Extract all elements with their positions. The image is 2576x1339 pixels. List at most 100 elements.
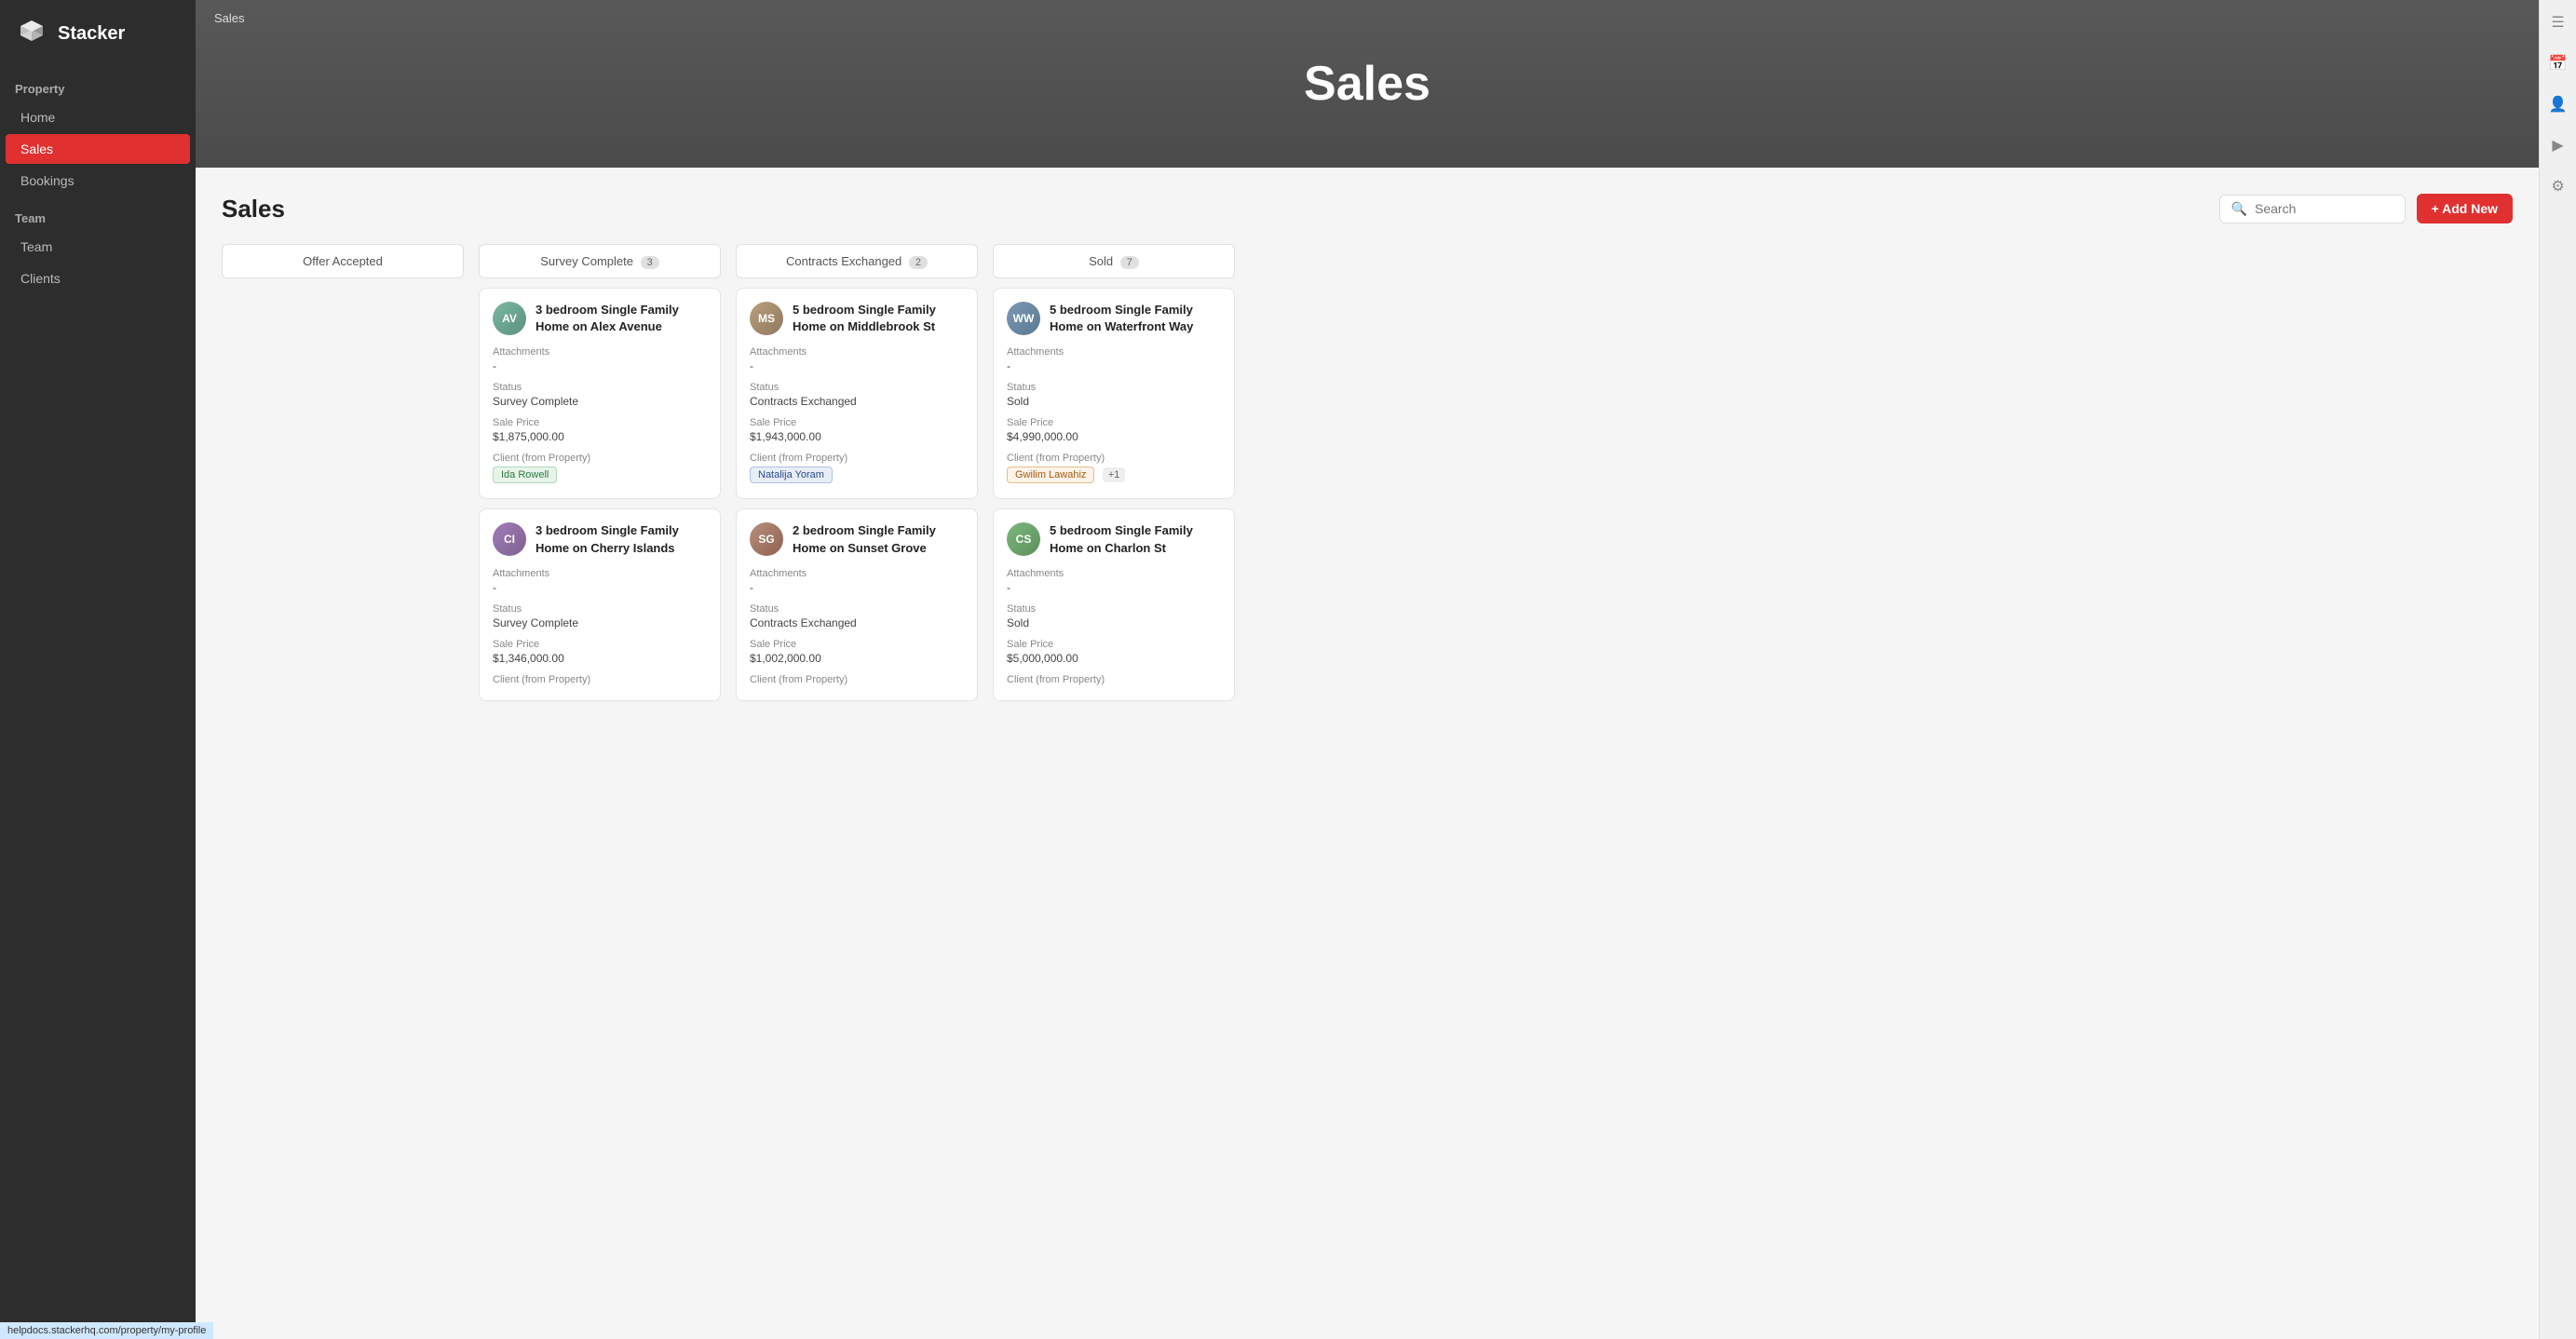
card-attachments-label-5: Attachments (750, 568, 964, 579)
card-status-label-6: Status (1007, 603, 1221, 615)
card-thumb-sunset-grove: SG (750, 522, 783, 556)
column-label-contracts-exchanged: Contracts Exchanged (786, 254, 902, 268)
card-title-charlon: 5 bedroom Single Family Home on Charlon … (1050, 522, 1221, 556)
card-price-label-2: Sale Price (750, 417, 964, 428)
card-price-value-4: $1,346,000.00 (493, 652, 707, 665)
column-label-offer-accepted: Offer Accepted (303, 254, 383, 268)
card-attachments-label-1: Attachments (493, 346, 707, 358)
stacker-logo-icon (15, 17, 48, 50)
sidebar-item-clients[interactable]: Clients (6, 264, 190, 293)
sidebar-item-team[interactable]: Team (6, 232, 190, 262)
card-client-label-1: Client (from Property) (493, 453, 707, 464)
card-attachments-label-4: Attachments (493, 568, 707, 579)
hero-title: Sales (1304, 56, 1430, 112)
card-status-label-3: Status (1007, 382, 1221, 393)
card-client-label-6: Client (from Property) (1007, 674, 1221, 685)
rail-icon-play[interactable]: ▶ (2545, 132, 2571, 158)
kanban-card-middlebrook[interactable]: MS 5 bedroom Single Family Home on Middl… (736, 288, 978, 499)
column-header-contracts-exchanged: Contracts Exchanged 2 (736, 244, 978, 278)
hero-banner: Sales Sales (196, 0, 2539, 168)
column-header-sold: Sold 7 (993, 244, 1235, 278)
client-tag-ida-rowell[interactable]: Ida Rowell (493, 467, 557, 483)
rail-icon-settings[interactable]: ⚙ (2545, 173, 2571, 199)
kanban-card-sunset-grove[interactable]: SG 2 bedroom Single Family Home on Sunse… (736, 508, 978, 700)
card-title-row-4: CI 3 bedroom Single Family Home on Cherr… (493, 522, 707, 556)
card-title-sunset-grove: 2 bedroom Single Family Home on Sunset G… (793, 522, 964, 556)
card-client-label-4: Client (from Property) (493, 674, 707, 685)
card-price-value-2: $1,943,000.00 (750, 430, 964, 443)
add-new-button[interactable]: + Add New (2417, 194, 2513, 223)
card-title-row-2: MS 5 bedroom Single Family Home on Middl… (750, 302, 964, 335)
column-badge-survey-complete: 3 (641, 256, 659, 269)
breadcrumb: Sales (214, 11, 245, 25)
card-status-value-1: Survey Complete (493, 395, 707, 408)
url-bar: helpdocs.stackerhq.com/property/my-profi… (0, 1322, 213, 1339)
client-tag-plus-1[interactable]: +1 (1103, 467, 1126, 482)
card-attachments-value-2: - (750, 359, 964, 372)
sidebar-item-bookings[interactable]: Bookings (6, 166, 190, 196)
card-attachments-value-1: - (493, 359, 707, 372)
card-status-value-3: Sold (1007, 395, 1221, 408)
column-label-survey-complete: Survey Complete (540, 254, 633, 268)
card-clients-2: Natalija Yoram (750, 466, 964, 485)
search-input[interactable] (2255, 201, 2393, 216)
kanban-board: Offer Accepted Survey Complete 3 AV 3 be… (222, 244, 2513, 710)
kanban-card-charlon[interactable]: CS 5 bedroom Single Family Home on Charl… (993, 508, 1235, 700)
search-icon: 🔍 (2231, 201, 2247, 217)
kanban-card-cherry-islands[interactable]: CI 3 bedroom Single Family Home on Cherr… (479, 508, 721, 700)
card-title-row-3: WW 5 bedroom Single Family Home on Water… (1007, 302, 1221, 335)
column-header-offer-accepted: Offer Accepted (222, 244, 464, 278)
card-thumb-middlebrook: MS (750, 302, 783, 335)
card-attachments-value-6: - (1007, 581, 1221, 594)
card-client-label-3: Client (from Property) (1007, 453, 1221, 464)
card-thumb-alex-avenue: AV (493, 302, 526, 335)
card-clients-1: Ida Rowell (493, 466, 707, 485)
card-status-label-4: Status (493, 603, 707, 615)
sidebar-item-sales[interactable]: Sales (6, 134, 190, 164)
card-attachments-label-2: Attachments (750, 346, 964, 358)
section-property-label: Property (0, 67, 196, 101)
card-price-value-5: $1,002,000.00 (750, 652, 964, 665)
card-thumb-waterfront: WW (1007, 302, 1040, 335)
section-team-label: Team (0, 196, 196, 231)
column-contracts-exchanged: Contracts Exchanged 2 MS 5 bedroom Singl… (736, 244, 978, 710)
card-price-label-1: Sale Price (493, 417, 707, 428)
card-title-row: AV 3 bedroom Single Family Home on Alex … (493, 302, 707, 335)
rail-icon-calendar[interactable]: 📅 (2545, 50, 2571, 76)
column-survey-complete: Survey Complete 3 AV 3 bedroom Single Fa… (479, 244, 721, 710)
content-header: Sales 🔍 + Add New (222, 194, 2513, 223)
column-header-survey-complete: Survey Complete 3 (479, 244, 721, 278)
card-status-value-5: Contracts Exchanged (750, 616, 964, 629)
card-price-label-6: Sale Price (1007, 639, 1221, 650)
card-title-middlebrook: 5 bedroom Single Family Home on Middlebr… (793, 302, 964, 335)
kanban-card-waterfront[interactable]: WW 5 bedroom Single Family Home on Water… (993, 288, 1235, 499)
card-title-waterfront: 5 bedroom Single Family Home on Waterfro… (1050, 302, 1221, 335)
search-box[interactable]: 🔍 (2219, 195, 2406, 223)
rail-icon-filter[interactable]: ☰ (2545, 9, 2571, 35)
sidebar-item-home[interactable]: Home (6, 102, 190, 132)
card-status-label-2: Status (750, 382, 964, 393)
column-badge-contracts-exchanged: 2 (909, 256, 928, 269)
card-status-value-2: Contracts Exchanged (750, 395, 964, 408)
card-title-alex-avenue: 3 bedroom Single Family Home on Alex Ave… (536, 302, 707, 335)
card-attachments-value-4: - (493, 581, 707, 594)
card-status-label-1: Status (493, 382, 707, 393)
card-price-label-5: Sale Price (750, 639, 964, 650)
header-actions: 🔍 + Add New (2219, 194, 2513, 223)
main-content: Sales Sales Sales 🔍 + Add New Offer Acce… (196, 0, 2539, 1339)
rail-icon-person[interactable]: 👤 (2545, 91, 2571, 117)
kanban-card-alex-avenue[interactable]: AV 3 bedroom Single Family Home on Alex … (479, 288, 721, 499)
card-title-row-6: CS 5 bedroom Single Family Home on Charl… (1007, 522, 1221, 556)
client-tag-gwilim-lawahiz[interactable]: Gwilim Lawahiz (1007, 467, 1094, 483)
column-label-sold: Sold (1089, 254, 1113, 268)
card-status-value-4: Survey Complete (493, 616, 707, 629)
card-title-cherry-islands: 3 bedroom Single Family Home on Cherry I… (536, 522, 707, 556)
card-client-label-5: Client (from Property) (750, 674, 964, 685)
card-price-value-6: $5,000,000.00 (1007, 652, 1221, 665)
card-thumb-cherry-islands: CI (493, 522, 526, 556)
card-price-value-3: $4,990,000.00 (1007, 430, 1221, 443)
logo-text: Stacker (58, 23, 125, 45)
column-sold: Sold 7 WW 5 bedroom Single Family Home o… (993, 244, 1235, 710)
card-thumb-charlon: CS (1007, 522, 1040, 556)
client-tag-natalija-yoram[interactable]: Natalija Yoram (750, 467, 833, 483)
